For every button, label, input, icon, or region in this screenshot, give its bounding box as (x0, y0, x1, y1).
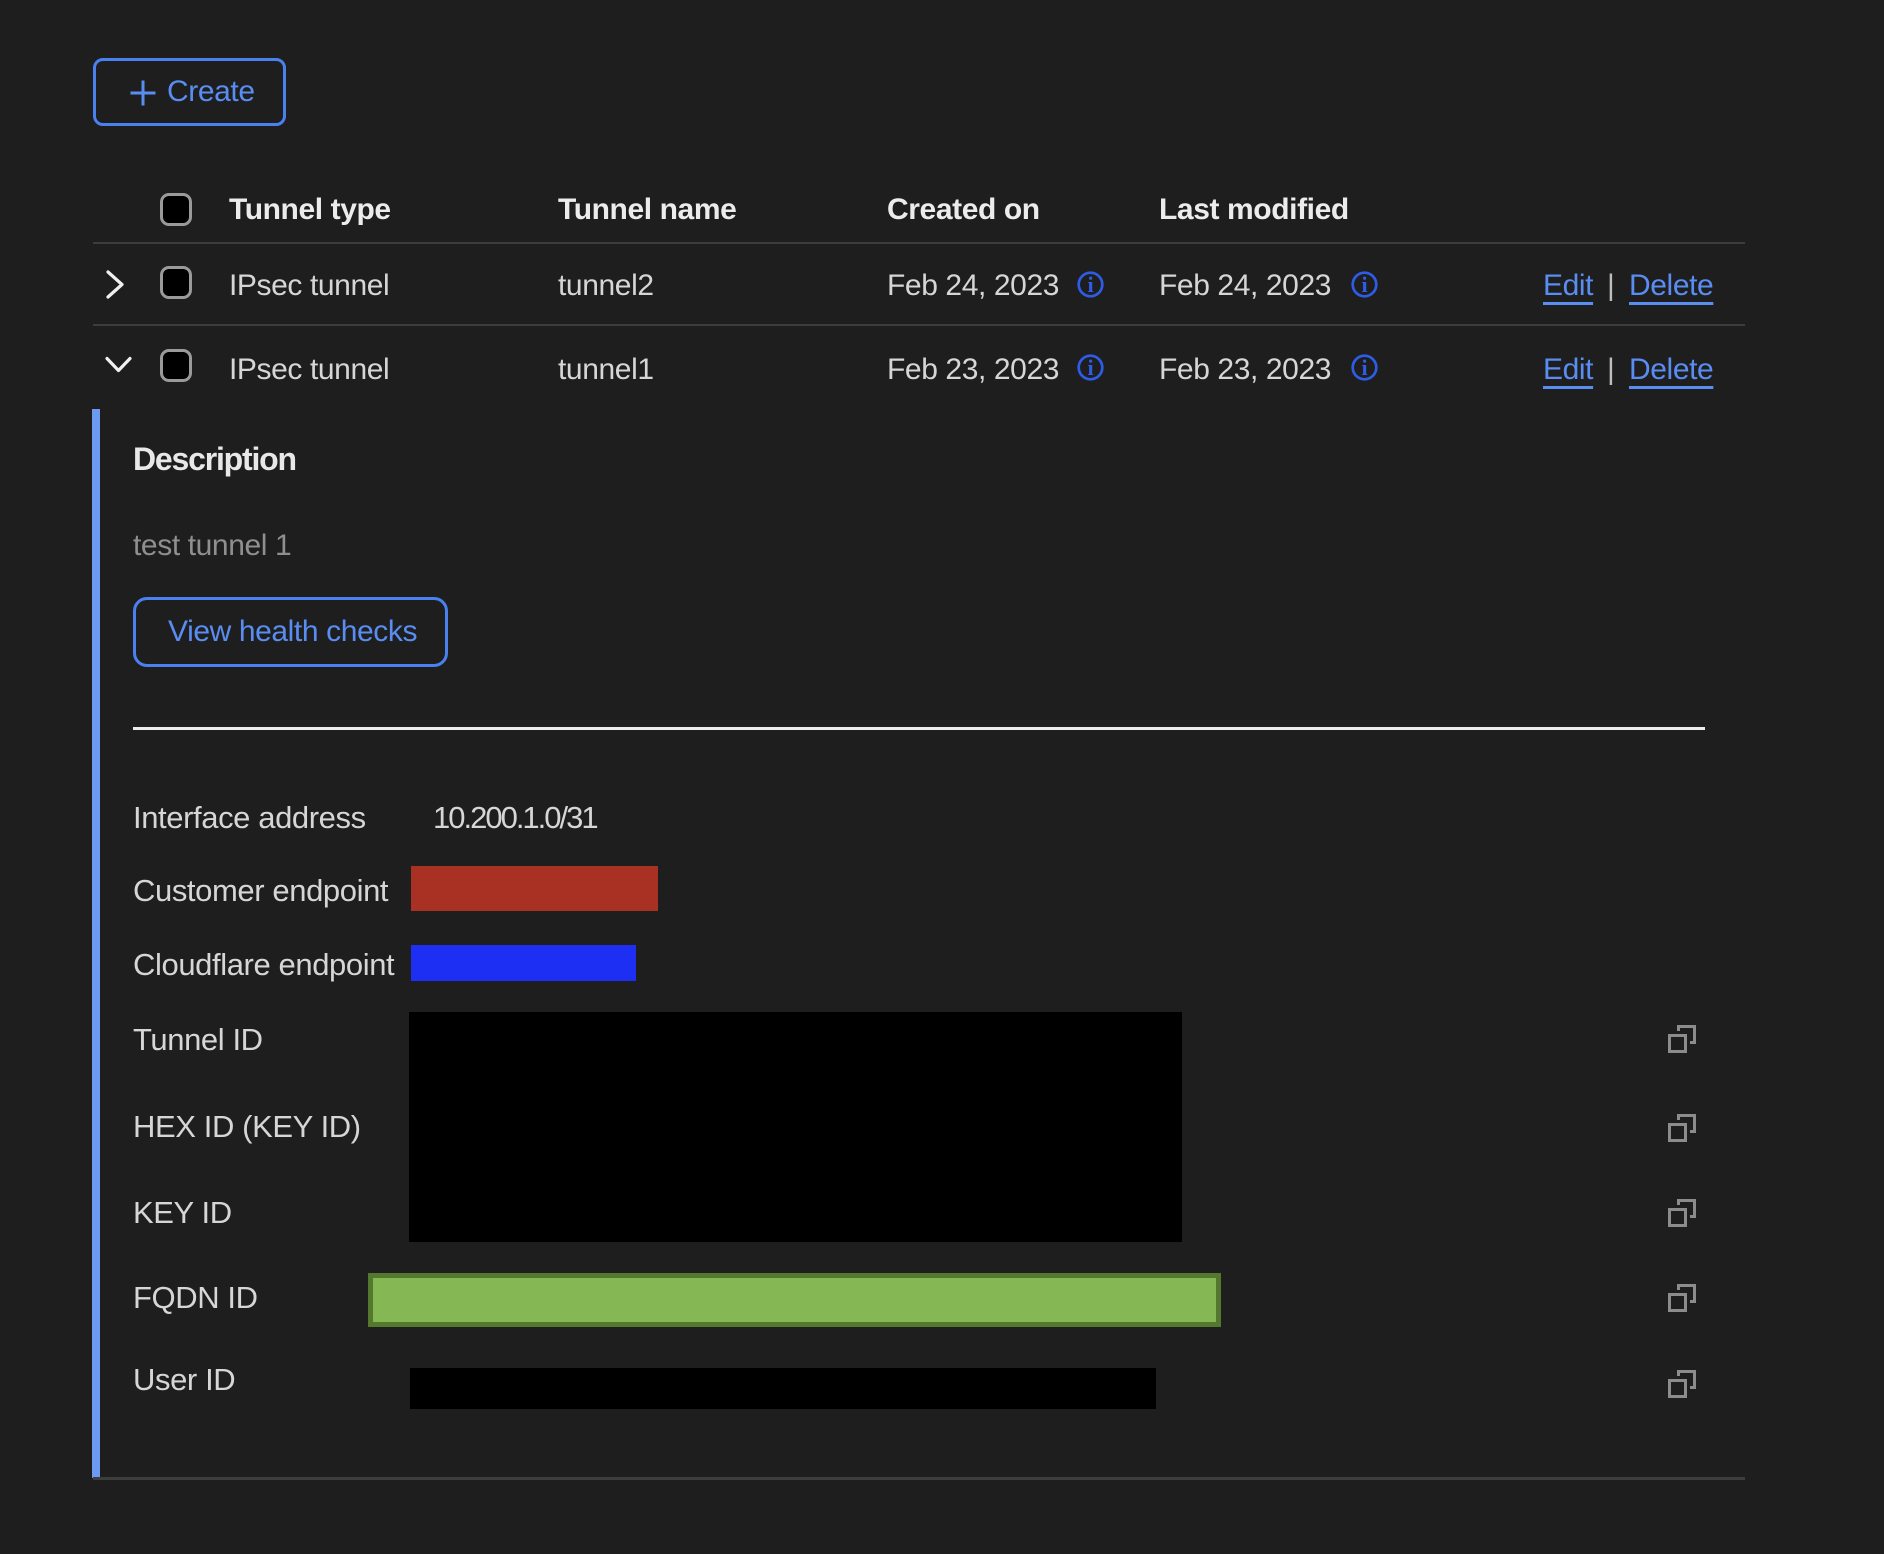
svg-text:i: i (1361, 272, 1367, 297)
svg-text:i: i (1087, 355, 1093, 380)
svg-text:i: i (1087, 272, 1093, 297)
svg-text:i: i (1361, 355, 1367, 380)
